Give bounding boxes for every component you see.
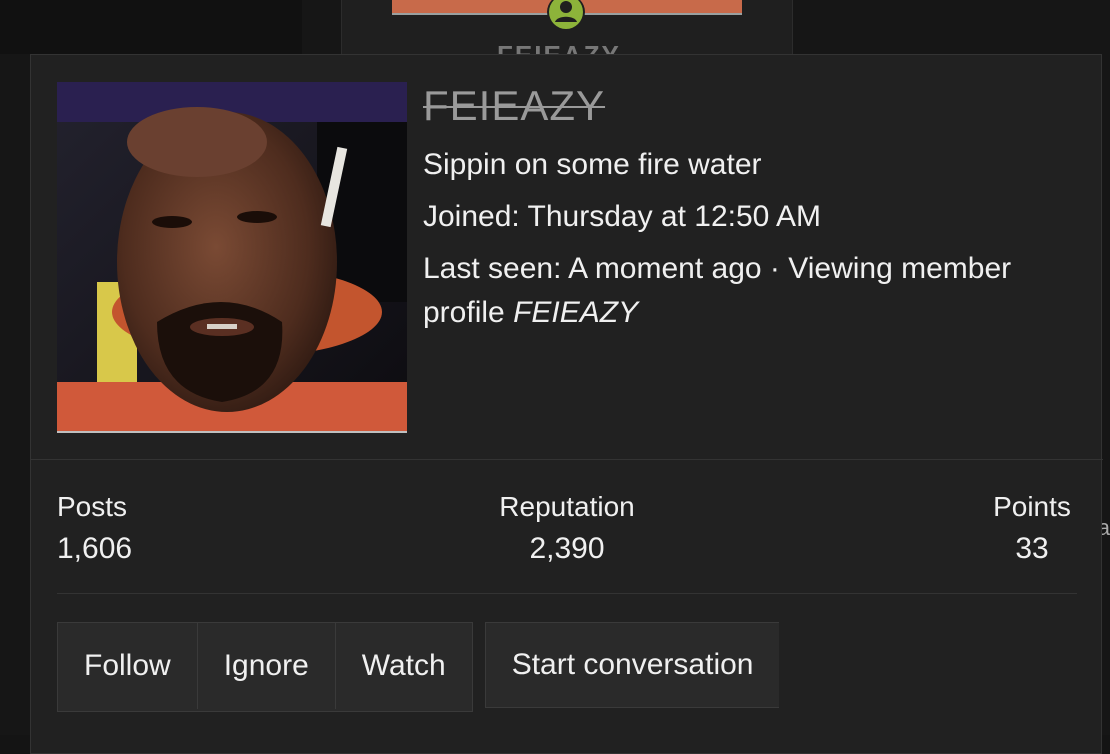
user-icon: [547, 0, 585, 30]
divider: [57, 593, 1077, 594]
stat-posts-value: 1,606: [57, 532, 133, 565]
follow-button[interactable]: Follow: [58, 623, 198, 709]
activity-target-link[interactable]: FEIEAZY: [513, 296, 638, 329]
stat-points-value: 33: [1015, 532, 1049, 565]
custom-title: Sippin on some fire water: [423, 148, 762, 181]
last-seen-label: Last seen:: [423, 252, 562, 285]
start-conversation-button[interactable]: Start conversation: [484, 622, 780, 708]
watch-button[interactable]: Watch: [335, 623, 472, 709]
ignore-button[interactable]: Ignore: [197, 623, 336, 709]
member-info: FEIEAZY Sippin on some fire water Joined…: [423, 79, 1083, 343]
avatar-image: [57, 82, 407, 431]
stat-points-label: Points: [993, 491, 1071, 522]
stat-points[interactable]: Points 33: [987, 487, 1077, 571]
divider: [31, 459, 1103, 460]
member-username[interactable]: FEIEAZY: [423, 79, 1083, 133]
stat-reputation-label: Reputation: [499, 491, 635, 522]
stat-posts-label: Posts: [57, 491, 128, 522]
joined-value: Thursday at 12:50 AM: [527, 200, 822, 233]
member-stats: Posts 1,606 Reputation 2,390 Points 33: [57, 487, 1077, 597]
background-profile-card: FEIEAZY: [341, 0, 793, 70]
avatar[interactable]: [57, 82, 407, 433]
separator: ·: [769, 252, 780, 285]
background-panel-left: [0, 0, 302, 54]
last-seen-line: Last seen: A moment ago · Viewing member…: [423, 247, 1083, 335]
stat-reputation[interactable]: Reputation 2,390: [487, 487, 647, 571]
action-button-group: Follow Ignore Watch: [57, 622, 473, 712]
joined-label: Joined:: [423, 200, 520, 233]
member-actions: Follow Ignore Watch Start conversation: [57, 622, 780, 712]
stat-posts[interactable]: Posts 1,606: [57, 487, 132, 571]
stat-reputation-value: 2,390: [529, 532, 605, 565]
joined-line: Joined: Thursday at 12:50 AM: [423, 195, 1083, 239]
member-tooltip-card: FEIEAZY Sippin on some fire water Joined…: [30, 54, 1103, 754]
last-seen-value: A moment ago: [568, 252, 762, 285]
